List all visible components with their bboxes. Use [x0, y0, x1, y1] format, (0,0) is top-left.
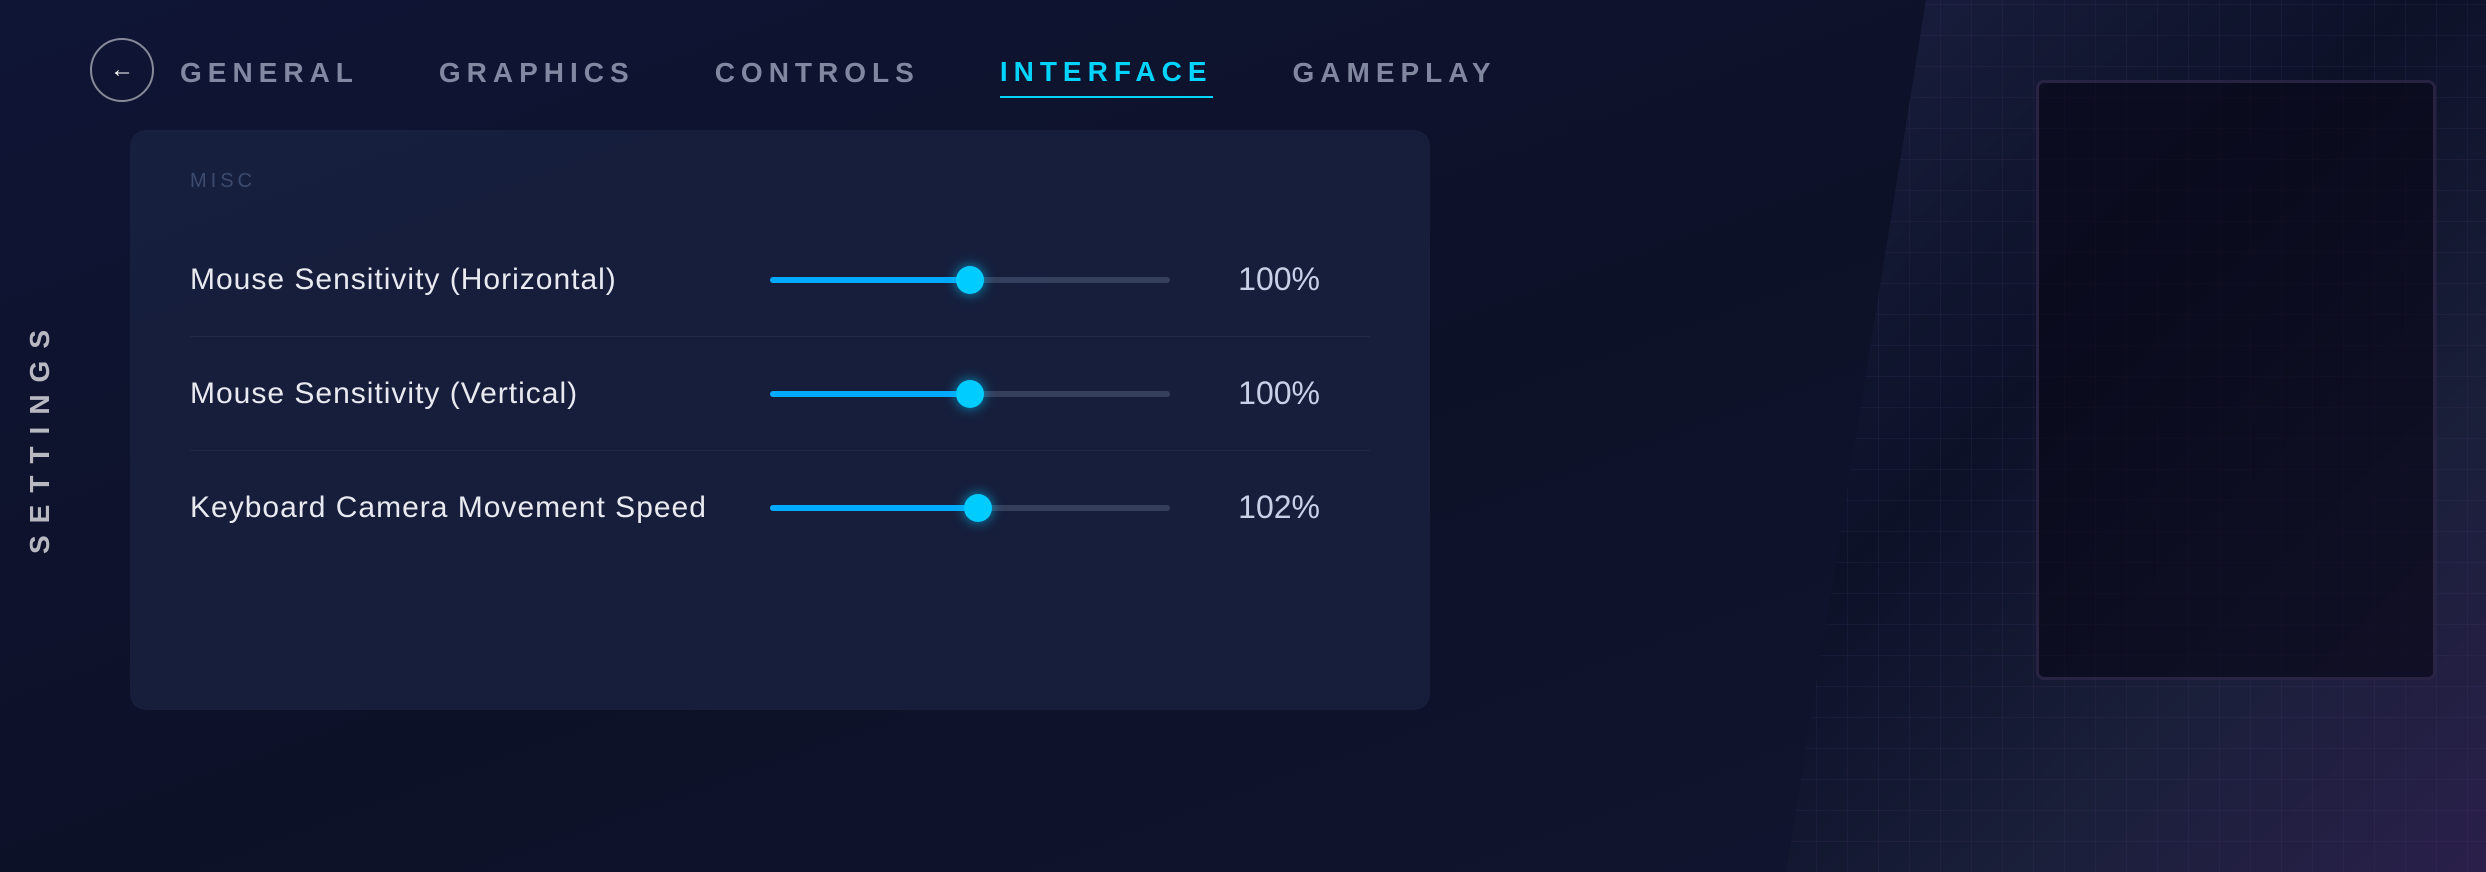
setting-row-keyboard-camera: Keyboard Camera Movement Speed 102%	[190, 451, 1370, 564]
slider-container-mouse-horizontal: 100%	[770, 261, 1370, 298]
nav-tab-gameplay[interactable]: GAMEPLAY	[1293, 49, 1497, 97]
slider-value-keyboard-camera: 102%	[1220, 489, 1320, 526]
slider-value-mouse-horizontal: 100%	[1220, 261, 1320, 298]
nav-tab-controls[interactable]: CONTROLS	[715, 49, 920, 97]
setting-label-keyboard-camera: Keyboard Camera Movement Speed	[190, 491, 770, 525]
sidebar-label: SETTINGS	[24, 318, 56, 554]
slider-thumb-mouse-vertical[interactable]	[956, 380, 984, 408]
nav-tab-graphics[interactable]: GRAPHICS	[439, 49, 635, 97]
slider-container-keyboard-camera: 102%	[770, 489, 1370, 526]
slider-thumb-mouse-horizontal[interactable]	[956, 266, 984, 294]
back-button[interactable]: ←	[90, 38, 154, 102]
slider-value-mouse-vertical: 100%	[1220, 375, 1320, 412]
settings-panel: MISC Mouse Sensitivity (Horizontal)100%M…	[130, 130, 1430, 710]
setting-label-mouse-vertical: Mouse Sensitivity (Vertical)	[190, 377, 770, 411]
slider-thumb-keyboard-camera[interactable]	[964, 494, 992, 522]
nav-tab-general[interactable]: GENERAL	[180, 49, 359, 97]
section-title: MISC	[190, 170, 1370, 193]
slider-fill-keyboard-camera	[770, 505, 978, 511]
setting-row-mouse-horizontal: Mouse Sensitivity (Horizontal) 100%	[190, 223, 1370, 337]
top-navigation: GENERAL GRAPHICS CONTROLS INTERFACE GAMEPLAY	[180, 48, 1497, 98]
slider-track-mouse-horizontal[interactable]	[770, 277, 1170, 283]
slider-track-keyboard-camera[interactable]	[770, 505, 1170, 511]
setting-row-mouse-vertical: Mouse Sensitivity (Vertical) 100%	[190, 337, 1370, 451]
monitor-decoration	[2036, 80, 2436, 680]
slider-container-mouse-vertical: 100%	[770, 375, 1370, 412]
setting-label-mouse-horizontal: Mouse Sensitivity (Horizontal)	[190, 263, 770, 297]
slider-track-mouse-vertical[interactable]	[770, 391, 1170, 397]
slider-fill-mouse-horizontal	[770, 277, 970, 283]
back-icon: ←	[110, 56, 134, 84]
slider-fill-mouse-vertical	[770, 391, 970, 397]
sidebar: SETTINGS	[0, 0, 80, 872]
nav-tab-interface[interactable]: INTERFACE	[1000, 48, 1213, 98]
